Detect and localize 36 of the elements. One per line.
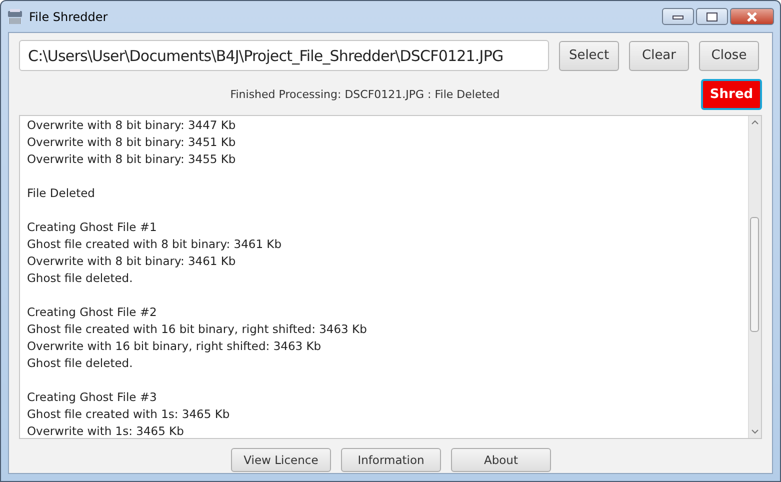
status-text: Finished Processing: DSCF0121.JPG : File Deleted [229, 88, 501, 101]
log-line: Overwrite with 1s: 3465 Kb [27, 423, 185, 438]
log-line: Ghost file created with 8 bit binary: 3461 Kb [27, 236, 283, 253]
footer-button[interactable]: Information [341, 448, 441, 472]
log-line: Creating Ghost File #2 [27, 304, 158, 321]
log-line: Creating Ghost File #3 [27, 389, 158, 406]
shredder-icon [7, 8, 23, 24]
minimize-icon [672, 14, 684, 20]
action-button[interactable]: Close [699, 40, 759, 70]
log-line: Overwrite with 8 bit binary: 3451 Kb [27, 134, 237, 151]
maximize-icon [706, 12, 718, 22]
log-line: Ghost file created with 1s: 3465 Kb [27, 406, 231, 423]
minimize-button[interactable] [662, 8, 694, 25]
log-line: Overwrite with 8 bit binary: 3461 Kb [27, 253, 237, 270]
maximize-button[interactable] [696, 8, 728, 25]
shred-button[interactable]: Shred [701, 79, 762, 110]
log-line: Creating Ghost File #1 [27, 219, 158, 236]
window-title: File Shredder [29, 10, 108, 24]
log-line: Overwrite with 16 bit binary, right shifted: 3463 Kb [27, 338, 322, 355]
footer-button[interactable]: View Licence [231, 448, 331, 472]
scrollbar[interactable] [748, 116, 761, 438]
path-field[interactable]: C:\Users\User\Documents\B4J\Project_File_Shredder\DSCF0121.JPG [19, 40, 549, 71]
log-line: File Deleted [27, 185, 96, 202]
close-icon [746, 12, 758, 22]
action-button[interactable]: Select [559, 40, 619, 70]
log-line: Overwrite with 8 bit binary: 3455 Kb [27, 151, 237, 168]
scroll-down-icon[interactable] [751, 429, 759, 434]
scroll-up-icon[interactable] [751, 120, 759, 125]
action-button[interactable]: Clear [629, 40, 689, 70]
log-line: Ghost file deleted. [27, 270, 134, 287]
close-button[interactable] [730, 8, 774, 25]
log-line: Overwrite with 8 bit binary: 3447 Kb [27, 117, 237, 134]
footer-button[interactable]: About [451, 448, 551, 472]
scrollbar-thumb[interactable] [750, 217, 759, 332]
log-line: Ghost file deleted. [27, 355, 134, 372]
log-line: Ghost file created with 16 bit binary, right shifted: 3463 Kb [27, 321, 368, 338]
